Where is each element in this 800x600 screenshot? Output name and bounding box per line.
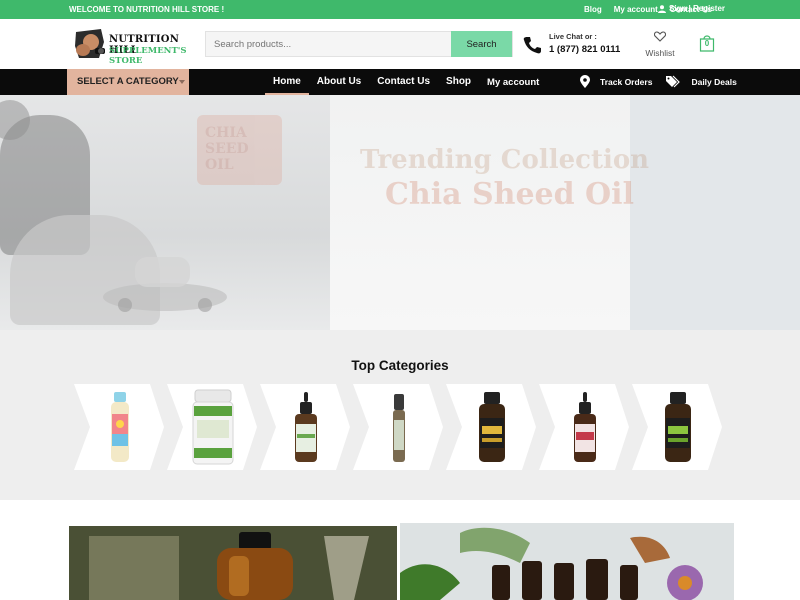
nav-about-us[interactable]: About Us — [309, 69, 369, 95]
top-categories-section: Top Categories — [0, 330, 800, 500]
site-logo[interactable]: NUTRITION HILL SUPPLEMENT'S STORE — [73, 28, 195, 66]
category-card[interactable] — [446, 384, 536, 470]
hero-headline: Trending Collection — [360, 145, 650, 175]
nav-home[interactable]: Home — [265, 69, 309, 95]
dropper-bottle-red-icon — [574, 392, 596, 462]
category-card[interactable] — [167, 384, 257, 470]
select-category-button[interactable]: SELECT A CATEGORY — [67, 69, 189, 95]
wishlist-link[interactable]: Wishlist — [642, 29, 678, 58]
cart-count: 0 — [704, 39, 710, 48]
top-link-my-account[interactable]: My account — [614, 5, 658, 14]
category-card[interactable] — [632, 384, 722, 470]
amber-bottles-photo — [69, 526, 397, 600]
heart-icon — [653, 31, 667, 42]
phone-number: 1 (877) 821 0111 — [549, 44, 621, 55]
user-icon — [658, 4, 666, 13]
sign-register-label: Sign | Register — [669, 4, 726, 13]
cart-button[interactable]: 0 — [699, 34, 715, 52]
category-card[interactable] — [539, 384, 629, 470]
caret-down-icon — [179, 80, 185, 84]
wishlist-label: Wishlist — [645, 48, 675, 58]
roll-on-bottle-icon — [393, 394, 405, 462]
skateboard-icon — [103, 257, 227, 312]
dropper-bottle-green-icon — [295, 392, 317, 462]
hero-bottle-text: CHIA SEED OIL — [205, 125, 249, 173]
hero-subheadline: Chia Sheed Oil — [385, 177, 634, 212]
select-category-label: SELECT A CATEGORY — [77, 76, 179, 87]
promo-banner-left[interactable] — [69, 526, 397, 600]
main-nav: SELECT A CATEGORY Home About Us Contact … — [0, 69, 800, 95]
logo-subtitle: SUPPLEMENT'S STORE — [109, 46, 187, 66]
daily-deals-label: Daily Deals — [691, 76, 737, 87]
live-chat[interactable]: Live Chat or : 1 (877) 821 0111 — [523, 32, 623, 58]
promo-banner-right[interactable] — [400, 523, 734, 600]
tincture-bottle-green-icon — [665, 392, 691, 462]
search-input[interactable] — [206, 32, 452, 56]
daily-deals-link[interactable]: Daily Deals — [666, 75, 737, 88]
category-card[interactable] — [260, 384, 350, 470]
section-title: Top Categories — [351, 358, 449, 373]
location-pin-icon — [580, 75, 590, 88]
sign-register-link[interactable]: Sign | Register — [658, 4, 725, 13]
tincture-bottle-yellow-icon — [479, 392, 505, 462]
hero-banner[interactable]: CHIA SEED OIL Trending Collection Chia S… — [0, 95, 800, 330]
nav-right: Track Orders Daily Deals — [580, 75, 751, 88]
herbs-and-bottles-photo — [400, 523, 734, 600]
hero-photo-right — [630, 95, 800, 330]
tags-icon — [666, 75, 681, 88]
hero-photo-window — [330, 95, 630, 330]
track-orders-label: Track Orders — [600, 76, 653, 87]
category-card[interactable] — [353, 384, 443, 470]
phone-icon — [523, 37, 541, 54]
nav-contact-us[interactable]: Contact Us — [369, 69, 438, 95]
hero-product-bottle: CHIA SEED OIL — [197, 115, 282, 185]
marshmallow-supplement-jar-icon — [192, 389, 234, 465]
nav-my-account[interactable]: My account — [479, 69, 547, 95]
search-bar: Search — [205, 31, 513, 57]
welcome-text: WELCOME TO NUTRITION HILL STORE ! — [69, 5, 225, 14]
track-orders-link[interactable]: Track Orders — [580, 75, 652, 88]
top-bar: WELCOME TO NUTRITION HILL STORE ! Blog M… — [0, 0, 800, 19]
nav-shop[interactable]: Shop — [438, 69, 479, 95]
live-chat-label: Live Chat or : — [549, 32, 597, 41]
site-header: NUTRITION HILL SUPPLEMENT'S STORE Search… — [0, 19, 800, 69]
category-card[interactable] — [74, 384, 164, 470]
nav-menu: Home About Us Contact Us Shop My account — [265, 69, 547, 95]
kids-sunscreen-bottle-icon — [111, 392, 129, 462]
bodybuilder-logo-icon — [75, 29, 105, 58]
top-link-blog[interactable]: Blog — [584, 5, 602, 14]
search-button[interactable]: Search — [451, 31, 512, 57]
